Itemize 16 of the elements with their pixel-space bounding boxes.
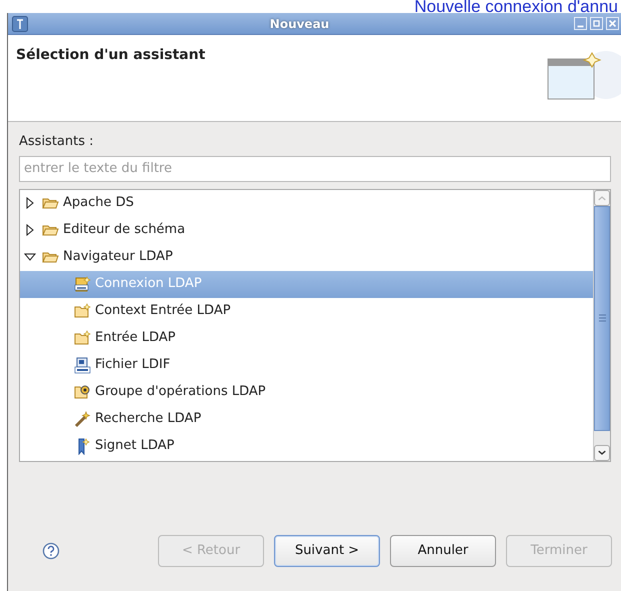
window-title: Nouveau [268,16,330,32]
tree-item[interactable]: Editeur de schéma [20,216,593,244]
tree-item[interactable]: Apache DS [20,190,593,216]
background-window-title: Nouvelle connexion d'annu [414,0,618,13]
filter-label: Assistants : [19,133,95,151]
tree-item[interactable]: Fichier LDIF [20,352,593,378]
tree-item[interactable]: Entrée LDAP [20,324,593,352]
page-title: Sélection d'un assistant [16,46,206,65]
wizard-button[interactable]: Annuler [390,535,496,567]
tree-item[interactable]: Context Entrée LDAP [20,298,593,324]
tree-item[interactable]: Recherche LDAP [20,406,593,432]
tree-item[interactable]: Navigateur LDAP [20,244,593,270]
wizard-button[interactable]: Suivant > [274,535,380,567]
tree-item[interactable]: Groupe d'opérations LDAP [20,378,593,406]
filter-field[interactable]: entrer le texte du filtre [19,156,611,182]
tree-item[interactable]: Signet LDAP [20,432,593,460]
